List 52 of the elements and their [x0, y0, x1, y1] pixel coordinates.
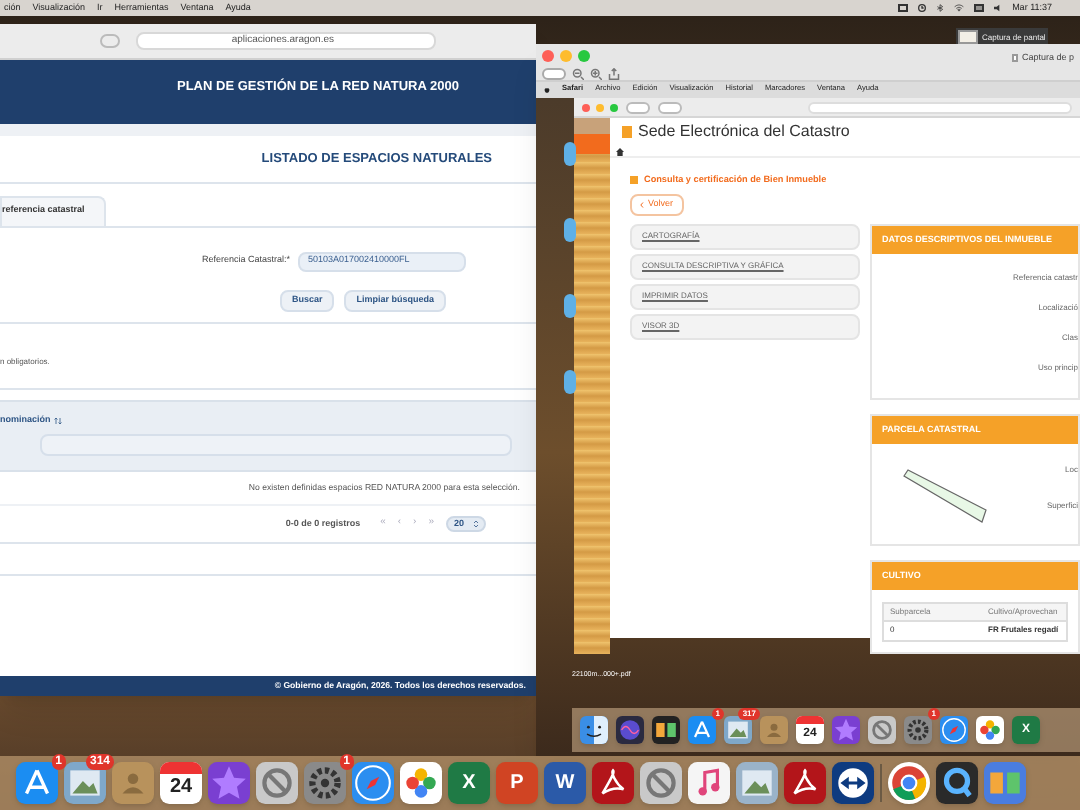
document-icon[interactable]: X [448, 762, 490, 804]
compass-icon[interactable] [940, 716, 968, 744]
bullet-icon [630, 176, 638, 185]
pdf-icon[interactable] [784, 762, 826, 804]
apple-icon[interactable] [544, 86, 550, 94]
zoom-in-icon[interactable] [590, 68, 602, 80]
home-icon[interactable] [616, 147, 624, 155]
picture-icon[interactable] [736, 762, 778, 804]
pdf-icon[interactable] [592, 762, 634, 804]
share-icon[interactable] [608, 68, 620, 80]
sort-icon[interactable] [54, 415, 63, 426]
star-icon[interactable] [208, 762, 250, 804]
flower-icon[interactable] [400, 762, 442, 804]
document-icon [1011, 54, 1018, 63]
filter-field[interactable] [40, 433, 512, 455]
wifi-icon[interactable] [954, 4, 965, 12]
orb-icon[interactable] [616, 716, 644, 744]
gear-icon[interactable] [304, 762, 346, 804]
close-button[interactable] [542, 50, 554, 62]
magnifier-icon[interactable] [936, 762, 978, 804]
document-icon[interactable]: W [544, 762, 586, 804]
app-store-icon[interactable] [16, 762, 58, 804]
tiles-icon[interactable] [652, 716, 680, 744]
display-icon[interactable] [898, 4, 909, 12]
picture-icon[interactable] [64, 762, 106, 804]
battery-icon[interactable] [974, 4, 985, 12]
browser-icon[interactable] [888, 762, 930, 804]
music-note-icon[interactable] [688, 762, 730, 804]
calendar-icon[interactable]: 24 [160, 762, 202, 804]
clock-icon[interactable] [918, 4, 927, 12]
close-button[interactable] [582, 103, 590, 111]
speaker-icon[interactable] [994, 4, 1003, 12]
thumbnail-picture [958, 30, 978, 44]
tiles-icon[interactable] [984, 762, 1026, 804]
gear-icon[interactable] [904, 716, 932, 744]
prohibited-icon[interactable] [256, 762, 298, 804]
flower-icon[interactable] [976, 716, 1004, 744]
zoom-button[interactable] [610, 103, 618, 111]
parcel-drawing [900, 467, 990, 528]
face-icon[interactable] [580, 716, 608, 744]
logo-icon [622, 126, 632, 138]
address-field[interactable] [808, 101, 1072, 113]
star-icon[interactable] [832, 716, 860, 744]
app-store-icon[interactable] [688, 716, 716, 744]
picture-icon[interactable] [724, 716, 752, 744]
compass-icon[interactable] [352, 762, 394, 804]
bluetooth-icon[interactable] [936, 4, 945, 12]
document-icon[interactable]: P [496, 762, 538, 804]
arrows-icon[interactable] [832, 762, 874, 804]
site-title: Sede Electrónica del Catastro [638, 120, 850, 144]
prohibited-icon[interactable] [868, 716, 896, 744]
zoom-out-icon[interactable] [572, 68, 584, 80]
